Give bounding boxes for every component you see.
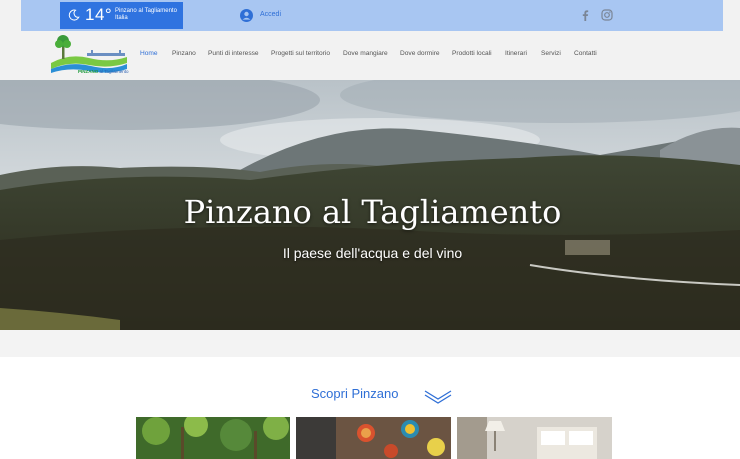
hero-banner: Pinzano al Tagliamento Il paese dell'acq… xyxy=(0,80,740,330)
moon-icon xyxy=(68,9,80,21)
double-chevron-down-icon[interactable] xyxy=(424,388,452,404)
navigation-bar: PINZANO al Tagliamento Home Pinzano Punt… xyxy=(0,31,740,80)
page: 14° Pinzano al Tagliamento Italia Accedi xyxy=(0,0,740,459)
nav-contatti[interactable]: Contatti xyxy=(574,50,597,57)
login-label: Accedi xyxy=(260,11,282,18)
card-nature-image[interactable] xyxy=(136,417,290,459)
hero-subtitle: Il paese dell'acqua e del vino xyxy=(282,245,463,261)
facebook-icon[interactable] xyxy=(579,9,591,21)
top-bar: 14° Pinzano al Tagliamento Italia Accedi xyxy=(21,0,723,31)
logo-name: PINZANO xyxy=(78,69,99,74)
weather-country: Italia xyxy=(115,15,128,21)
nav-progetti-sul-territorio[interactable]: Progetti sul territorio xyxy=(271,50,330,57)
weather-city: Pinzano al Tagliamento xyxy=(115,8,177,14)
divider-strip xyxy=(0,330,740,357)
weather-widget[interactable]: 14° Pinzano al Tagliamento Italia xyxy=(60,2,183,29)
nav-punti-di-interesse[interactable]: Punti di interesse xyxy=(208,50,259,57)
card-room-image[interactable] xyxy=(457,417,612,459)
weather-location: Pinzano al Tagliamento Italia xyxy=(115,8,177,22)
logo-suffix: al Tagliamento xyxy=(99,69,129,74)
logo-text: PINZANO al Tagliamento xyxy=(78,69,128,74)
user-avatar-icon xyxy=(240,9,253,22)
nav-dove-dormire[interactable]: Dove dormire xyxy=(400,50,440,57)
nav-pinzano[interactable]: Pinzano xyxy=(172,50,196,57)
nav-home[interactable]: Home xyxy=(140,50,158,57)
weather-temperature: 14° xyxy=(85,5,113,24)
nav-prodotti-locali[interactable]: Prodotti locali xyxy=(452,50,492,57)
instagram-icon[interactable] xyxy=(601,9,613,21)
nav-itinerari[interactable]: Itinerari xyxy=(505,50,527,57)
section-title: Scopri Pinzano xyxy=(311,386,399,401)
nav-dove-mangiare[interactable]: Dove mangiare xyxy=(343,50,388,57)
hero-title: Pinzano al Tagliamento xyxy=(183,193,562,231)
nav-servizi[interactable]: Servizi xyxy=(541,50,561,57)
card-food-image[interactable] xyxy=(296,417,451,459)
